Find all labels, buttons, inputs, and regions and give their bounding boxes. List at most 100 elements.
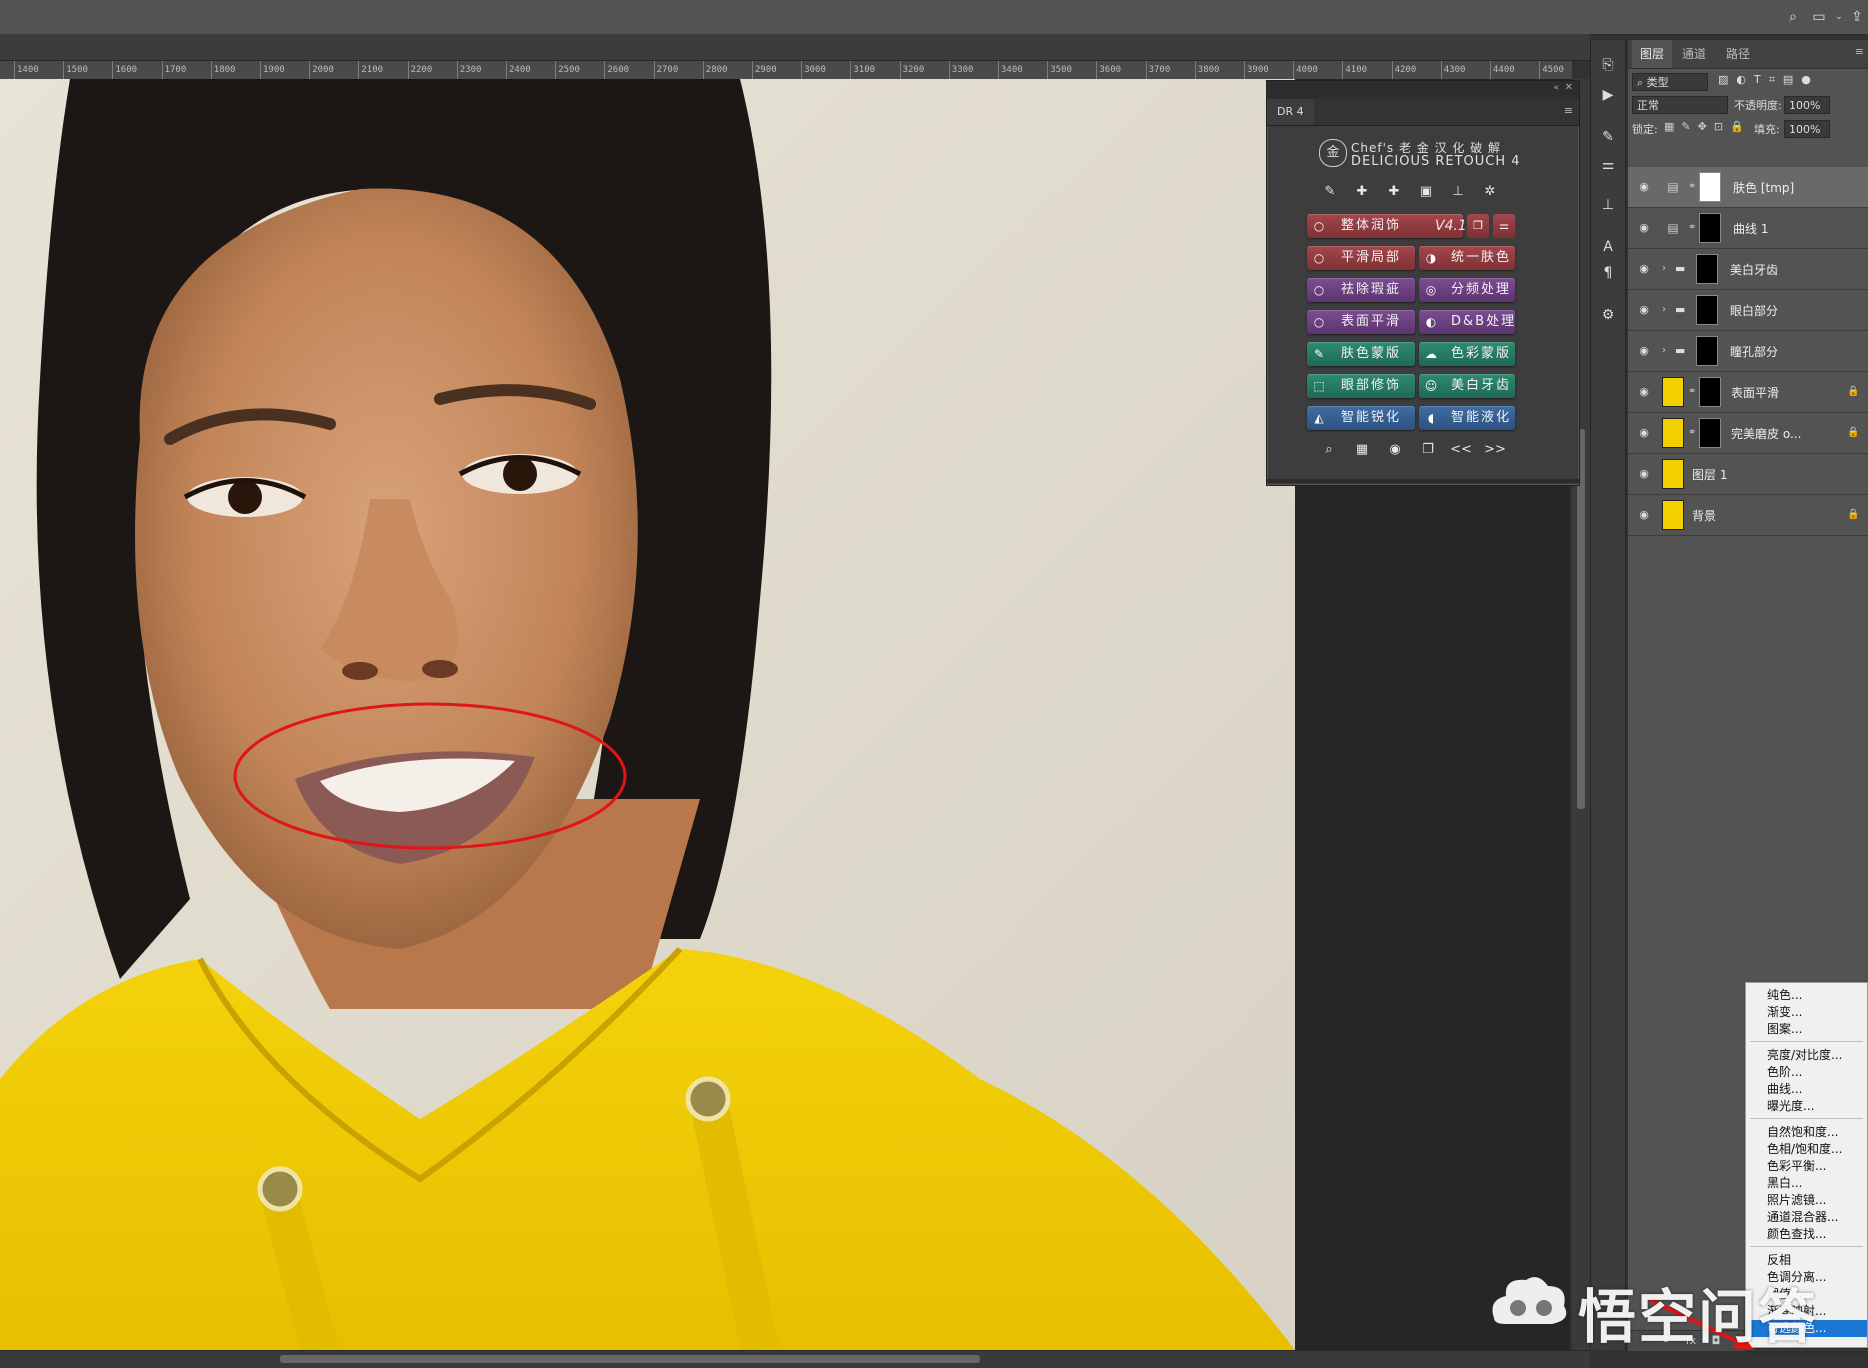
dr4-button-left-0[interactable]: ○ 整体润饰 V4.1.3 [1307,214,1480,238]
chevron-right-icon[interactable]: › [1662,302,1672,318]
menu-item[interactable]: 色阶... [1746,1064,1867,1081]
layer-mask-thumb[interactable] [1696,254,1718,284]
layer-mask-thumb[interactable] [1699,418,1721,448]
layer-mask-thumb[interactable] [1699,172,1721,202]
chevron-right-icon[interactable]: › [1662,343,1672,359]
menu-item[interactable]: 色彩平衡... [1746,1158,1867,1175]
panel-menu-icon[interactable]: ≡ [1855,45,1864,58]
blend-mode-select[interactable]: 正常 [1632,96,1728,114]
layer-row[interactable]: ◉ › ▬ 瞳孔部分 [1628,331,1868,372]
menu-item[interactable]: 自然饱和度... [1746,1124,1867,1141]
layer-mask-thumb[interactable] [1696,295,1718,325]
chip-icon[interactable]: ▣ [1415,181,1437,203]
dr4-button-left-1[interactable]: ○ 平滑局部 [1307,246,1415,270]
layer-row[interactable]: ◉ 图层 1 [1628,454,1868,495]
layer-mask-thumb[interactable] [1699,213,1721,243]
visibility-eye-icon[interactable]: ◉ [1636,344,1652,358]
layer-thumbnail[interactable] [1662,500,1684,530]
prev-button[interactable]: << [1450,439,1472,461]
dr4-button-right-5[interactable]: ☺ 美白牙齿 [1419,374,1515,398]
layer-row[interactable]: ◉ ▤ ⚭ 曲线 1 [1628,208,1868,249]
menu-item[interactable]: 渐变... [1746,1004,1867,1021]
menu-icon[interactable]: ≡ [1564,104,1573,117]
stamp-icon[interactable]: ⊥ [1597,194,1619,216]
dr4-button-right-1[interactable]: ◑ 统一肤色 [1419,246,1515,270]
dr4-button-right-4[interactable]: ☁ 色彩蒙版 [1419,342,1515,366]
filter-icons[interactable]: ▨◐T⌗▤● [1718,73,1864,91]
menu-item[interactable]: 图案... [1746,1021,1867,1038]
visibility-eye-icon[interactable]: ◉ [1636,467,1652,481]
lock-icons[interactable]: ▦✎✥⊡🔒 [1664,120,1751,133]
tab-paths[interactable]: 路径 [1718,40,1758,68]
visibility-eye-icon[interactable]: ◉ [1636,303,1652,317]
menu-item[interactable]: 纯色... [1746,987,1867,1004]
layer-mask-thumb[interactable] [1696,336,1718,366]
menu-item[interactable]: 曝光度... [1746,1098,1867,1115]
visibility-eye-icon[interactable]: ◉ [1636,385,1652,399]
layer-thumbnail[interactable] [1662,459,1684,489]
eye-preview-icon[interactable]: ◉ [1384,439,1406,461]
search-icon[interactable]: ⌕ [1784,8,1802,26]
bandage-icon[interactable]: ✚ [1351,181,1373,203]
character-icon[interactable]: A [1597,236,1619,258]
tab-channels[interactable]: 通道 [1674,40,1714,68]
chevron-right-icon[interactable]: › [1662,261,1672,277]
fill-field[interactable]: 100% [1784,120,1830,138]
dr4-button-left-5[interactable]: ⬚ 眼部修饰 [1307,374,1415,398]
opacity-field[interactable]: 100% [1784,96,1830,114]
menu-item[interactable]: 亮度/对比度... [1746,1047,1867,1064]
layer-row[interactable]: ◉ ⚭ 表面平滑 🔒 [1628,372,1868,413]
horizontal-scrollbar[interactable] [0,1350,1590,1368]
dr4-button-right-6[interactable]: ◖ 智能液化 [1419,406,1515,430]
settings-button[interactable]: ⚌ [1493,214,1515,238]
menu-item[interactable]: 黑白... [1746,1175,1867,1192]
copy-layers-button[interactable]: ❐ [1467,214,1489,238]
properties-icon[interactable]: ⚙ [1597,304,1619,326]
layer-row[interactable]: ◉ ▤ ⚭ 肤色 [tmp] [1628,167,1868,208]
dr4-button-left-4[interactable]: ✎ 肤色蒙版 [1307,342,1415,366]
visibility-eye-icon[interactable]: ◉ [1636,426,1652,440]
visibility-eye-icon[interactable]: ◉ [1636,221,1652,235]
workspace-icon[interactable]: ▭ [1810,8,1828,26]
menu-item[interactable]: 曲线... [1746,1081,1867,1098]
dr4-button-right-2[interactable]: ◎ 分频处理 [1419,278,1515,302]
collapse-icon[interactable]: « [1553,83,1559,93]
brush-icon[interactable]: ✎ [1597,126,1619,148]
healing-icon[interactable]: ✲ [1479,181,1501,203]
menu-item[interactable]: 通道混合器... [1746,1209,1867,1226]
bandage-alt-icon[interactable]: ✚ [1383,181,1405,203]
layer-row[interactable]: ◉ › ▬ 眼白部分 [1628,290,1868,331]
layer-row[interactable]: ◉ 背景 🔒 [1628,495,1868,536]
dr4-button-left-3[interactable]: ○ 表面平滑 [1307,310,1415,334]
paragraph-icon[interactable]: ¶ [1597,262,1619,284]
kind-filter-select[interactable]: ⌕ 类型 [1632,73,1708,91]
visibility-eye-icon[interactable]: ◉ [1636,508,1652,522]
layer-row[interactable]: ◉ ⚭ 完美磨皮 o... 🔒 [1628,413,1868,454]
dr4-button-right-3[interactable]: ◐ D&B处理 [1419,310,1515,334]
dr4-button-left-2[interactable]: ○ 祛除瑕疵 [1307,278,1415,302]
layer-row[interactable]: ◉ › ▬ 美白牙齿 [1628,249,1868,290]
film-icon[interactable]: ▦ [1351,439,1373,461]
next-button[interactable]: >> [1484,439,1506,461]
brush-tool-icon[interactable]: ✎ [1319,181,1341,203]
layer-thumbnail[interactable] [1662,377,1684,407]
dr4-button-left-6[interactable]: ◭ 智能锐化 [1307,406,1415,430]
layer-thumbnail[interactable] [1662,418,1684,448]
menu-item[interactable]: 色相/饱和度... [1746,1141,1867,1158]
chevron-down-icon[interactable]: ⌄ [1830,8,1848,26]
layer-mask-thumb[interactable] [1699,377,1721,407]
tab-layers[interactable]: 图层 [1632,40,1673,68]
image-canvas[interactable] [0,79,1295,1350]
visibility-eye-icon[interactable]: ◉ [1636,262,1652,276]
share-icon[interactable]: ⇪ [1848,8,1866,26]
adjust-icon[interactable]: ⚌ [1597,154,1619,176]
stamp-icon[interactable]: ⊥ [1447,181,1469,203]
layers-copy-icon[interactable]: ❐ [1417,439,1439,461]
menu-item[interactable]: 颜色查找... [1746,1226,1867,1243]
close-icon[interactable]: ✕ [1565,82,1573,93]
menu-item[interactable]: 照片滤镜... [1746,1192,1867,1209]
zoom-icon[interactable]: ⌕ [1318,439,1340,461]
play-icon[interactable]: ▶ [1597,84,1619,106]
visibility-eye-icon[interactable]: ◉ [1636,180,1652,194]
tab-dr4[interactable]: DR 4 [1267,99,1314,125]
